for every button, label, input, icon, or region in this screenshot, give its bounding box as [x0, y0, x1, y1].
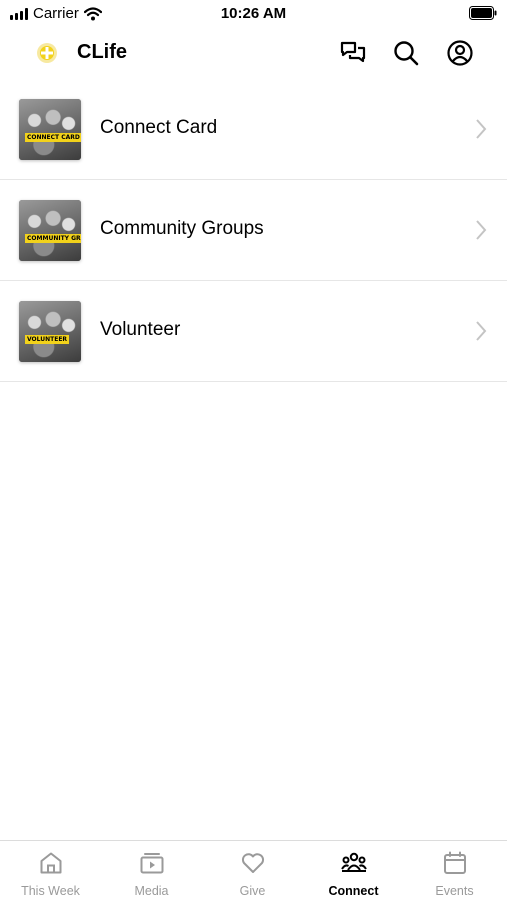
tab-label: Media: [134, 884, 169, 898]
list-item-label: Connect Card: [100, 117, 218, 138]
tab-bar: This Week Media Give Connect Events: [0, 840, 507, 901]
chevron-right-icon: [476, 220, 487, 240]
tab-connect[interactable]: Connect: [303, 841, 404, 901]
thumbnail-image: VOLUNTEER: [19, 301, 81, 362]
list-item-label: Volunteer: [100, 319, 181, 340]
connect-list: CONNECT CARD Connect Card COMMUNITY GROU…: [0, 79, 507, 382]
battery-icon: [469, 6, 497, 25]
tab-events[interactable]: Events: [404, 841, 505, 901]
app-title: CLife: [77, 41, 127, 63]
thumbnail-image: CONNECT CARD: [19, 99, 81, 160]
tab-label: Events: [435, 884, 474, 898]
chevron-right-icon: [476, 321, 487, 341]
chat-icon[interactable]: [339, 39, 367, 67]
thumbnail-tag: CONNECT CARD: [25, 133, 81, 142]
heart-icon: [241, 853, 264, 873]
search-icon[interactable]: [392, 39, 420, 67]
list-item-connect-card[interactable]: CONNECT CARD Connect Card: [0, 79, 507, 180]
thumbnail-image: COMMUNITY GROUPS: [19, 200, 81, 261]
chevron-right-icon: [476, 119, 487, 139]
clife-logo-icon[interactable]: [36, 42, 58, 64]
status-time: 10:26 AM: [220, 5, 287, 22]
tab-give[interactable]: Give: [202, 841, 303, 901]
profile-icon[interactable]: [446, 39, 474, 67]
people-icon: [340, 852, 367, 872]
tab-label: Connect: [328, 884, 379, 898]
tab-label: Give: [239, 884, 266, 898]
thumbnail-tag: COMMUNITY GROUPS: [25, 234, 81, 243]
home-icon: [40, 852, 61, 874]
media-icon: [140, 853, 163, 874]
tab-this-week[interactable]: This Week: [0, 841, 101, 901]
list-item-volunteer[interactable]: VOLUNTEER Volunteer: [0, 281, 507, 382]
tab-media[interactable]: Media: [101, 841, 202, 901]
thumbnail-tag: VOLUNTEER: [25, 335, 70, 344]
calendar-icon: [443, 851, 466, 874]
tab-label: This Week: [21, 884, 80, 898]
list-item-community-groups[interactable]: COMMUNITY GROUPS Community Groups: [0, 180, 507, 281]
list-item-label: Community Groups: [100, 218, 264, 239]
app-header: CLife: [0, 28, 507, 78]
status-bar: Carrier 10:26 AM: [0, 0, 507, 28]
